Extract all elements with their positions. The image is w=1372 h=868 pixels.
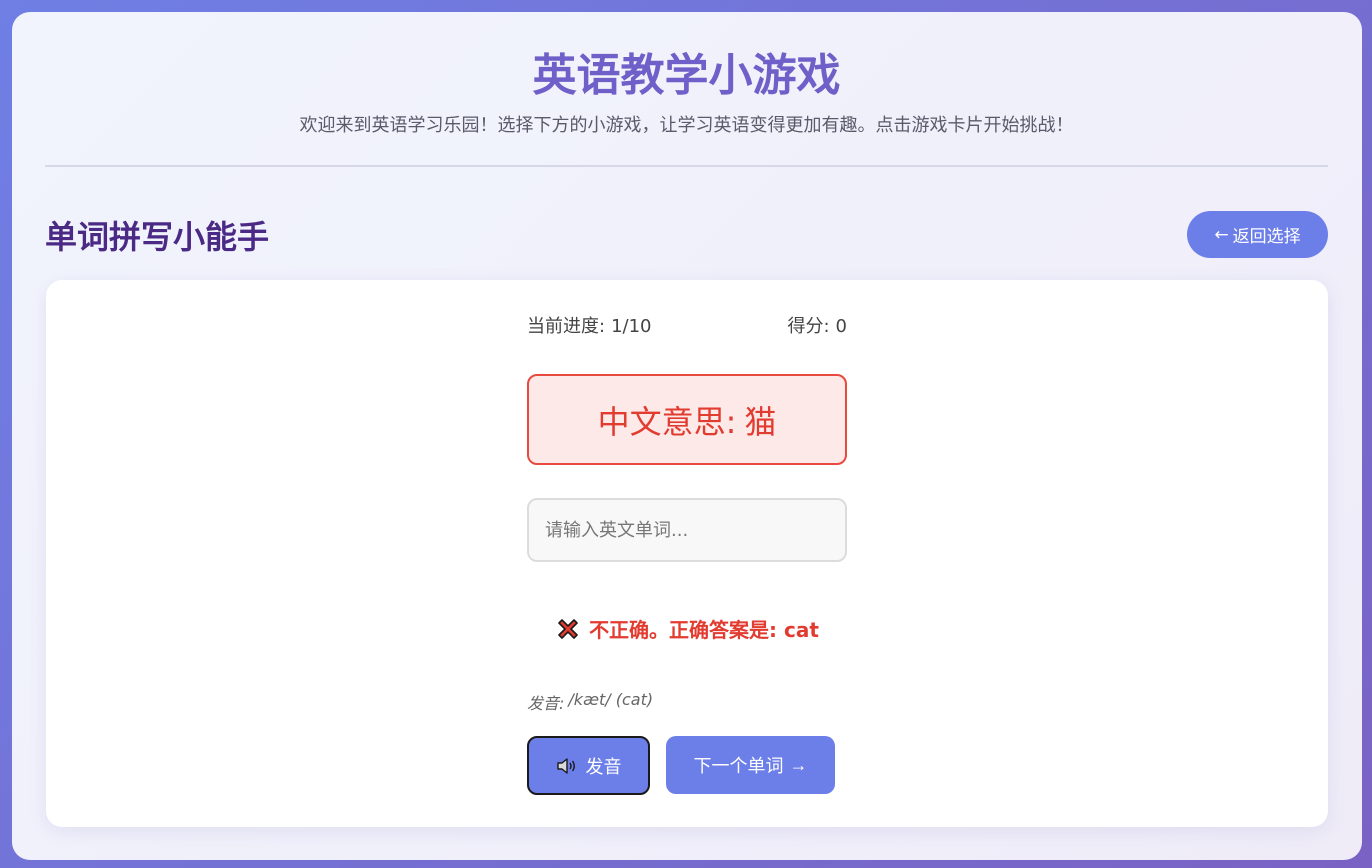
word-input[interactable] [527, 498, 847, 562]
chinese-meaning-box: 中文意思: 猫 [527, 374, 847, 465]
score-value: 0 [835, 316, 847, 337]
pronunciation-value: /kæt/ (cat) [568, 690, 654, 709]
page-header: 英语教学小游戏 欢迎来到英语学习乐园！选择下方的小游戏，让学习英语变得更加有趣。… [45, 12, 1328, 167]
arrow-right-icon: → [789, 754, 808, 775]
cross-mark-icon [558, 618, 578, 639]
next-button-label: 下一个单词 [693, 756, 784, 776]
meaning-value: 猫 [744, 402, 777, 441]
app-container: 英语教学小游戏 欢迎来到英语学习乐园！选择下方的小游戏，让学习英语变得更加有趣。… [12, 12, 1362, 860]
progress-label: 当前进度: [527, 316, 606, 337]
page-subtitle: 欢迎来到英语学习乐园！选择下方的小游戏，让学习英语变得更加有趣。点击游戏卡片开始… [299, 115, 1074, 136]
answer-feedback: 不正确。正确答案是: cat [527, 614, 847, 643]
back-button-label: 返回选择 [1232, 227, 1301, 247]
game-stats: 当前进度: 1/10 得分: 0 [527, 314, 847, 340]
pronounce-button[interactable]: 发音 [527, 736, 650, 795]
score-label: 得分: [787, 316, 830, 337]
pronunciation-hint: 发音: /kæt/ (cat) [527, 690, 653, 714]
score-stat: 得分: 0 [787, 314, 847, 340]
game-title: 单词拼写小能手 [45, 218, 270, 256]
page-title: 英语教学小游戏 [532, 50, 841, 101]
feedback-text: 不正确。正确答案是: cat [589, 618, 819, 642]
pronunciation-label: 发音: [527, 694, 565, 713]
back-arrow-icon: ← [1214, 224, 1229, 245]
pronounce-button-label: 发音 [585, 756, 622, 777]
back-button[interactable]: ← 返回选择 [1187, 211, 1328, 258]
speaker-icon [556, 757, 575, 774]
progress-value: 1/10 [611, 316, 652, 337]
progress-stat: 当前进度: 1/10 [527, 314, 652, 340]
meaning-label: 中文意思: [597, 402, 737, 441]
next-word-button[interactable]: 下一个单词 → [666, 736, 835, 794]
game-card: 当前进度: 1/10 得分: 0 中文意思: 猫 不正确。正确答案是: cat … [46, 280, 1328, 827]
